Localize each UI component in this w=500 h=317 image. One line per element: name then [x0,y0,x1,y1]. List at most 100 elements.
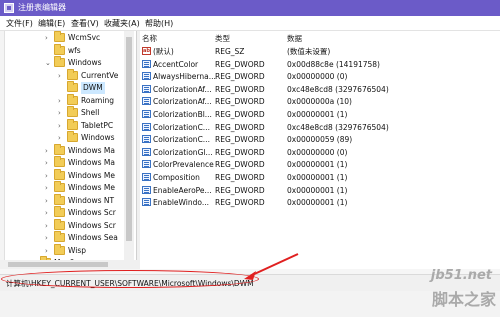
value-row[interactable]: AlwaysHiberna... REG_DWORD 0x00000000 (0) [140,70,500,83]
tree-item-label: DWM [81,82,105,94]
tree-item[interactable]: › Wisp [0,243,124,257]
value-name: ColorPrevalence [153,160,214,170]
tree-item[interactable]: › CurrentVe [0,68,124,82]
value-data: 0x00000059 (89) [287,135,353,145]
value-row[interactable]: ColorizationC... REG_DWORD 0x00000059 (89) [140,133,500,146]
value-row[interactable]: EnableAeroPe... REG_DWORD 0x00000001 (1) [140,184,500,197]
value-data: 0x00d88c8e (14191758) [287,59,380,69]
value-type: REG_DWORD [215,198,265,208]
menu-view[interactable]: 查看(V) [71,18,99,29]
collapsed-chevron-icon[interactable]: › [45,246,52,256]
value-type: REG_DWORD [215,59,265,69]
menu-file[interactable]: 文件(F) [6,18,33,29]
tree-hscroll-thumb[interactable] [8,262,108,267]
tree-scroll-thumb[interactable] [126,37,132,241]
tree-item[interactable]: › Shell [0,106,124,119]
menu-help[interactable]: 帮助(H) [145,18,173,29]
collapsed-chevron-icon[interactable]: › [45,146,52,156]
values-list: 名称 类型 数据 ab (默认) REG_SZ (数值未设置) AccentColor R… [140,31,500,269]
tree-item-label: Windows Sea [68,233,118,242]
binary-value-icon [142,160,151,169]
tree-item[interactable]: ⌄ Windows [0,56,124,69]
tree-item-label: Roaming [81,95,114,105]
watermark: jb51.net 脚本之家 [410,268,500,313]
value-data: 0xc48e8cd8 (3297676504) [287,84,389,94]
tree-item[interactable]: › Windows [0,131,124,144]
tree-left-edge [0,31,5,269]
tree-vertical-scrollbar[interactable] [124,31,134,269]
value-row[interactable]: AccentColor REG_DWORD 0x00d88c8e (14191758… [140,58,500,71]
collapsed-chevron-icon[interactable]: › [58,133,65,143]
tree-horizontal-scrollbar[interactable] [0,260,137,269]
folder-icon [54,43,65,55]
value-data: 0x00000001 (1) [287,160,348,170]
tree-item-label: Windows Scr [68,208,116,217]
tree-item[interactable]: › WcmSvc [0,31,124,44]
folder-icon [67,81,78,92]
value-data: 0x00000001 (1) [287,110,348,119]
tree-item-label: Wisp [68,245,87,255]
collapsed-chevron-icon[interactable]: › [58,108,65,118]
tree-item[interactable]: › TabletPC [0,118,124,132]
value-type: REG_DWORD [215,84,265,94]
value-row[interactable]: ab (默认) REG_SZ (数值未设置) [140,45,500,58]
folder-icon [67,93,78,105]
collapsed-chevron-icon[interactable]: › [45,158,52,168]
collapsed-chevron-icon[interactable]: › [45,183,52,193]
value-row[interactable]: ColorizationBl... REG_DWORD 0x00000001 (1) [140,108,500,121]
tree-item[interactable]: › Windows Ma [0,143,124,157]
registry-tree[interactable]: › WcmSvc wfs ⌄ Windows › CurrentVe DWM › Roaming ›… [0,31,137,269]
tree-item[interactable]: › Windows Ma [0,156,124,169]
value-row[interactable]: Composition REG_DWORD 0x00000001 (1) [140,171,500,184]
value-data: 0xc48e8cd8 (3297676504) [287,122,389,132]
value-data: 0x0000000a (10) [287,97,352,107]
value-data: 0x00000000 (0) [287,72,348,82]
tree-item[interactable]: › Windows NT [0,193,124,207]
value-name: EnableAeroPe... [153,185,212,195]
value-name: ColorizationAf... [153,84,212,94]
value-row[interactable]: ColorizationGl... REG_DWORD 0x00000000 (0) [140,146,500,159]
value-row[interactable]: ColorPrevalence REG_DWORD 0x00000001 (1) [140,158,500,171]
tree-item[interactable]: › Windows Sea [0,231,124,244]
value-row[interactable]: ColorizationAf... REG_DWORD 0xc48e8cd8 (32… [140,83,500,96]
collapsed-chevron-icon[interactable]: › [58,71,65,81]
tree-item[interactable]: › Windows Me [0,181,124,194]
menu-edit[interactable]: 编辑(E) [38,18,65,29]
tree-item[interactable]: › Windows Scr [0,218,124,232]
value-name: AlwaysHiberna... [153,72,216,82]
value-row[interactable]: EnableWindo... REG_DWORD 0x00000001 (1) [140,196,500,209]
folder-icon [54,168,65,180]
tree-item[interactable]: › Windows Me [0,168,124,182]
value-data: 0x00000000 (0) [287,147,348,157]
value-row[interactable]: ColorizationC... REG_DWORD 0xc48e8cd8 (329… [140,121,500,134]
folder-icon [54,181,65,192]
string-value-icon: ab [142,47,151,55]
collapsed-chevron-icon[interactable]: › [45,221,52,231]
value-name: ColorizationC... [153,135,210,145]
collapsed-chevron-icon[interactable]: › [58,121,65,131]
tree-item-label: Shell [81,108,100,117]
column-header-type[interactable]: 类型 [215,33,230,44]
collapsed-chevron-icon[interactable]: › [45,33,52,43]
column-header-data[interactable]: 数据 [287,33,302,44]
column-header-name[interactable]: 名称 [142,33,157,44]
folder-icon [67,68,78,80]
folder-icon [67,131,78,142]
tree-item[interactable]: › Windows Scr [0,206,124,219]
tree-item[interactable]: DWM [0,81,124,94]
tree-item-label: CurrentVe [81,70,119,80]
binary-value-icon [142,97,151,106]
value-type: REG_SZ [215,47,245,56]
collapsed-chevron-icon[interactable]: › [45,171,52,181]
value-row[interactable]: ColorizationAf... REG_DWORD 0x0000000a (10… [140,95,500,108]
tree-item-label: WcmSvc [68,33,101,42]
collapsed-chevron-icon[interactable]: › [58,96,65,106]
tree-item[interactable]: › Roaming [0,93,124,107]
expanded-chevron-icon[interactable]: ⌄ [45,58,52,68]
collapsed-chevron-icon[interactable]: › [45,233,52,243]
value-type: REG_DWORD [215,72,265,82]
collapsed-chevron-icon[interactable]: › [45,196,52,206]
menu-favorites[interactable]: 收藏夹(A) [104,18,140,29]
tree-item[interactable]: wfs [0,43,124,57]
collapsed-chevron-icon[interactable]: › [45,208,52,218]
